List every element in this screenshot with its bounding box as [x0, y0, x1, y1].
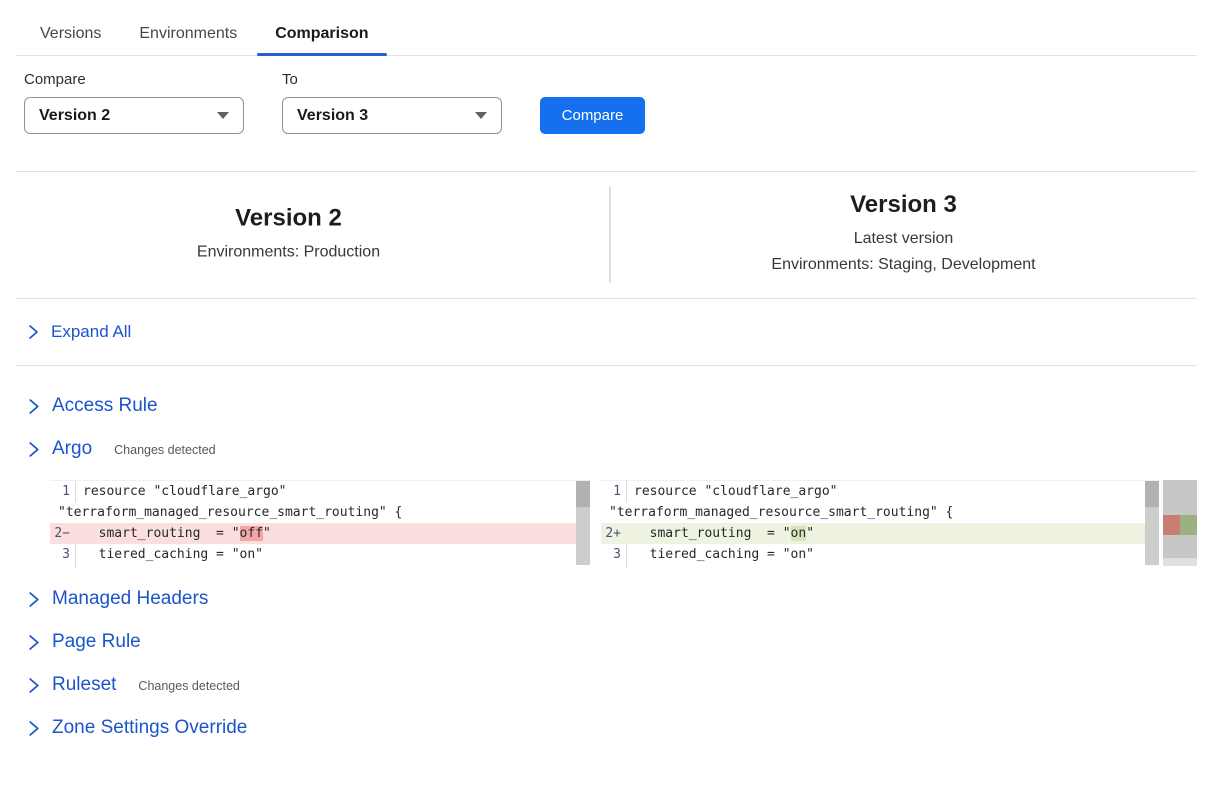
line-number: 3 [50, 544, 76, 565]
chevron-right-icon [28, 591, 40, 608]
line-number: 4 [601, 565, 627, 568]
code-block: 1resource "cloudflare_argo" "terraform_m… [50, 481, 590, 568]
tab-versions[interactable]: Versions [40, 25, 101, 56]
minimap-strip [1163, 558, 1197, 566]
section-label: Managed Headers [52, 588, 208, 610]
version-left-header: Version 2 Environments: Production [16, 204, 561, 265]
resource-sections: Access Rule Argo Changes detected 1resou… [0, 394, 1224, 740]
chevron-right-icon [28, 720, 40, 737]
compare-from-select[interactable]: Version 2 [24, 97, 244, 134]
diff-pane-left: 1resource "cloudflare_argo" "terraform_m… [50, 480, 590, 568]
line-number: 3 [601, 544, 627, 565]
compare-from-value: Version 2 [39, 107, 110, 125]
section-label: Argo [52, 438, 92, 460]
version-left-title: Version 2 [16, 204, 561, 232]
changes-detected-badge: Changes detected [138, 677, 239, 693]
line-number: 2+ [601, 523, 627, 544]
section-label: Zone Settings Override [52, 717, 247, 739]
code-text: resource "cloudflare_argo" [76, 481, 287, 502]
diff-line-wrap: "terraform_managed_resource_smart_routin… [601, 502, 1159, 523]
chevron-right-icon [28, 441, 40, 458]
minimap-removed-marker [1163, 515, 1180, 535]
section-argo[interactable]: Argo Changes detected [28, 437, 1224, 461]
scrollbar[interactable] [1145, 481, 1159, 565]
section-managed-headers[interactable]: Managed Headers [28, 587, 1224, 611]
tab-environments[interactable]: Environments [139, 25, 237, 56]
diff-pane-right: 1resource "cloudflare_argo" "terraform_m… [601, 480, 1159, 568]
compare-from-field: Compare Version 2 [24, 71, 244, 134]
tab-comparison[interactable]: Comparison [275, 25, 368, 56]
diff-line-added: 2+ smart_routing = "on" [601, 523, 1159, 544]
to-label: To [282, 71, 502, 88]
line-number: 2− [50, 523, 76, 544]
diff-line: 1resource "cloudflare_argo" [601, 481, 1159, 502]
code-text: "terraform_managed_resource_smart_routin… [50, 502, 402, 523]
compare-to-select[interactable]: Version 3 [282, 97, 502, 134]
minimap-change-marker [1163, 515, 1197, 535]
code-text: tiered_caching = "on" [76, 544, 263, 565]
compare-label: Compare [24, 71, 244, 88]
chevron-right-icon [28, 324, 39, 340]
diff-line: 3 tiered_caching = "on" [50, 544, 590, 565]
expand-all-button[interactable]: Expand All [0, 299, 1224, 365]
version-right-subtitle: Latest version [610, 226, 1197, 252]
compare-button[interactable]: Compare [540, 97, 645, 134]
section-access-rule[interactable]: Access Rule [28, 394, 1224, 418]
diff-minimap[interactable] [1163, 480, 1197, 568]
section-label: Page Rule [52, 631, 141, 653]
version-right-header: Version 3 Latest version Environments: S… [610, 191, 1197, 279]
scrollbar-thumb[interactable] [576, 481, 590, 507]
code-text: smart_routing = " [83, 526, 240, 541]
comparison-page: Versions Environments Comparison Compare… [0, 0, 1224, 788]
compare-to-field: To Version 3 [282, 71, 502, 134]
section-label: Access Rule [52, 395, 158, 417]
section-zone-settings-override[interactable]: Zone Settings Override [28, 716, 1224, 740]
section-label: Ruleset [52, 674, 116, 696]
line-number: 1 [601, 481, 627, 502]
diff-line-wrap: "terraform_managed_resource_smart_routin… [50, 502, 590, 523]
diff-line: 4} [50, 565, 590, 568]
compare-to-value: Version 3 [297, 107, 368, 125]
minimap-added-marker [1180, 515, 1197, 535]
scrollbar-thumb[interactable] [1145, 481, 1159, 507]
version-right-title: Version 3 [610, 191, 1197, 219]
argo-diff: 1resource "cloudflare_argo" "terraform_m… [50, 480, 1224, 568]
code-text: smart_routing = "on" [627, 523, 814, 544]
expand-all-label: Expand All [51, 322, 131, 342]
removed-word: off [240, 526, 263, 541]
diff-line: 4} [601, 565, 1159, 568]
chevron-right-icon [28, 677, 40, 694]
diff-line: 1resource "cloudflare_argo" [50, 481, 590, 502]
chevron-right-icon [28, 398, 40, 415]
code-text: tiered_caching = "on" [627, 544, 814, 565]
section-ruleset[interactable]: Ruleset Changes detected [28, 673, 1224, 697]
code-text: } [627, 565, 642, 568]
scrollbar[interactable] [576, 481, 590, 565]
code-text: " [263, 526, 271, 541]
diff-line: 3 tiered_caching = "on" [601, 544, 1159, 565]
line-number: 1 [50, 481, 76, 502]
added-word: on [791, 526, 807, 541]
code-text: smart_routing = "off" [76, 523, 271, 544]
tab-bar: Versions Environments Comparison [0, 0, 1224, 56]
changes-detected-badge: Changes detected [114, 441, 215, 457]
code-text: " [806, 526, 814, 541]
compare-form: Compare Version 2 To Version 3 Compare [0, 71, 1224, 134]
code-text: smart_routing = " [634, 526, 791, 541]
code-text: "terraform_managed_resource_smart_routin… [601, 502, 953, 523]
version-right-environments: Environments: Staging, Development [610, 253, 1197, 279]
divider [16, 365, 1197, 366]
version-left-environments: Environments: Production [16, 239, 561, 265]
code-block: 1resource "cloudflare_argo" "terraform_m… [601, 481, 1159, 568]
diff-line-removed: 2− smart_routing = "off" [50, 523, 590, 544]
version-headers: Version 2 Environments: Production Versi… [0, 172, 1224, 298]
code-text: resource "cloudflare_argo" [627, 481, 838, 502]
section-page-rule[interactable]: Page Rule [28, 630, 1224, 654]
code-text: } [76, 565, 91, 568]
chevron-right-icon [28, 634, 40, 651]
chevron-down-icon [475, 112, 487, 119]
chevron-down-icon [217, 112, 229, 119]
line-number: 4 [50, 565, 76, 568]
